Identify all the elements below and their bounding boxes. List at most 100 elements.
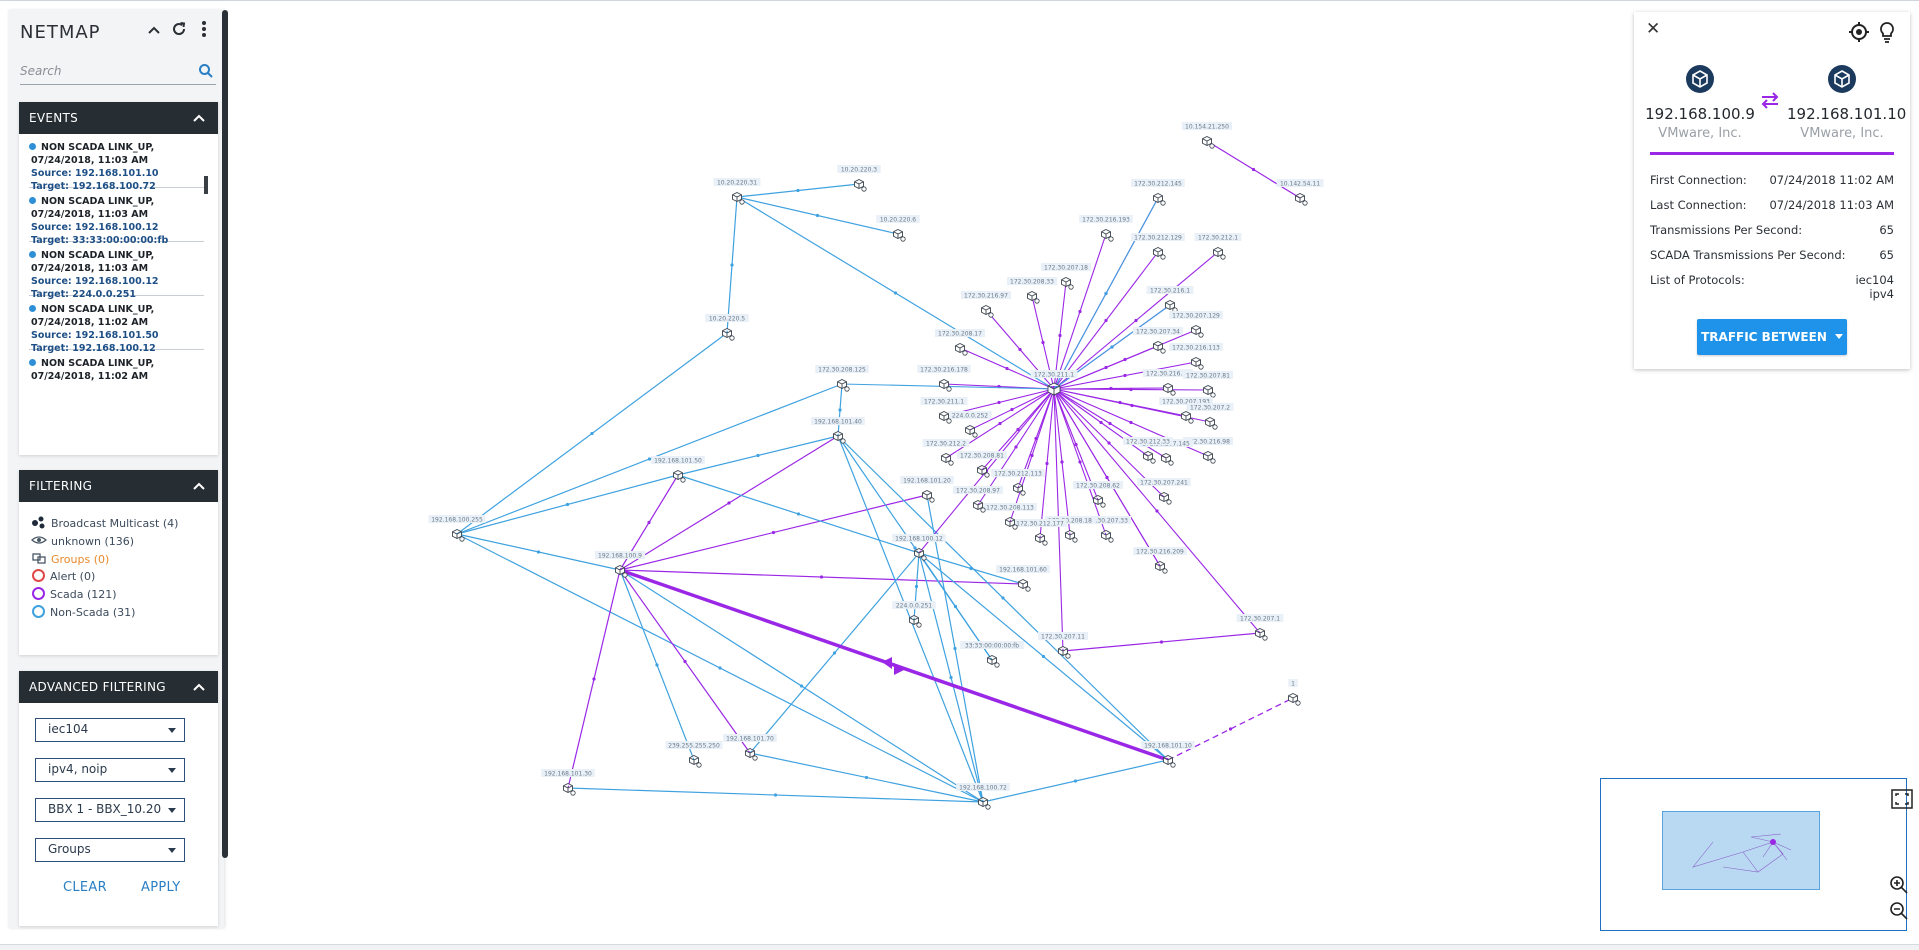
- chevron-up-icon[interactable]: [144, 20, 164, 44]
- graph-node[interactable]: 172.30.212.1: [1194, 233, 1242, 260]
- node-status-dot: [1160, 200, 1166, 206]
- lightbulb-icon[interactable]: [1878, 21, 1896, 43]
- node-status-dot: [946, 418, 952, 424]
- node-status-dot: [962, 350, 968, 356]
- node-status-dot: [1034, 298, 1040, 304]
- clear-button[interactable]: CLEAR: [63, 880, 107, 895]
- event-item[interactable]: NON SCADA LINK_UP, 07/24/2018, 11:03 AM …: [29, 134, 204, 192]
- edge-direction-marker: [773, 793, 778, 797]
- graph-node[interactable]: 172.30.207.81: [1182, 371, 1234, 398]
- node-cube-icon: [673, 469, 683, 481]
- filter-unknown[interactable]: unknown (136): [31, 532, 134, 550]
- edge-direction-marker: [1134, 318, 1138, 323]
- graph-node[interactable]: 10.20.220.3: [837, 165, 881, 192]
- node-label: 172.30.211.1: [924, 399, 964, 406]
- search-icon[interactable]: [198, 63, 214, 79]
- graph-node[interactable]: 172.30.212.129: [1131, 233, 1185, 260]
- locate-target-icon[interactable]: [1848, 21, 1870, 43]
- caret-down-icon: [168, 728, 176, 733]
- swap-arrows-icon[interactable]: [1758, 90, 1782, 110]
- graph-node[interactable]: 10.142.54.11: [1276, 179, 1324, 206]
- bottom-border: [0, 944, 1919, 950]
- events-list[interactable]: NON SCADA LINK_UP, 07/24/2018, 11:03 AM …: [19, 134, 218, 455]
- ip-version-select[interactable]: ipv4, noip: [35, 758, 185, 782]
- refresh-icon[interactable]: [169, 20, 189, 44]
- graph-node[interactable]: 239.255.255.250: [665, 741, 723, 768]
- node-label: 172.30.207.129: [1172, 313, 1220, 320]
- graph-node[interactable]: 192.168.101.30: [541, 769, 595, 796]
- filter-alert[interactable]: Alert (0): [31, 568, 95, 586]
- fit-to-screen-icon[interactable]: [1891, 789, 1913, 809]
- graph-node[interactable]: 192.168.100.72: [956, 783, 1010, 810]
- sidebar-scrollbar[interactable]: [222, 10, 228, 858]
- event-item[interactable]: NON SCADA LINK_UP, 07/24/2018, 11:02 AM: [29, 350, 204, 404]
- graph-node[interactable]: 172.30.216.209: [1133, 547, 1187, 574]
- edge-direction-marker: [1060, 460, 1064, 464]
- event-title: NON SCADA LINK_UP,: [41, 142, 155, 153]
- filtering-panel-header[interactable]: FILTERING: [19, 470, 218, 502]
- minimap[interactable]: [1600, 778, 1913, 931]
- graph-node[interactable]: 172.30.207.241: [1137, 478, 1191, 505]
- filter-groups[interactable]: Groups (0): [31, 550, 109, 568]
- node-status-dot: [840, 438, 846, 444]
- more-vert-icon[interactable]: [194, 20, 214, 44]
- target-device[interactable]: 192.168.101.10 VMware, Inc.: [1787, 64, 1906, 141]
- minimap-viewport[interactable]: [1662, 811, 1820, 890]
- events-panel-header[interactable]: EVENTS: [19, 102, 218, 134]
- event-source: Source: 192.168.100.12: [31, 276, 159, 287]
- close-icon[interactable]: ✕: [1646, 20, 1662, 38]
- advanced-filtering-header[interactable]: ADVANCED FILTERING: [19, 671, 218, 703]
- graph-node[interactable]: 192.168.100.9: [594, 551, 646, 578]
- advanced-filtering-title: ADVANCED FILTERING: [29, 680, 166, 694]
- zoom-in-icon[interactable]: [1889, 875, 1909, 895]
- chevron-up-icon[interactable]: [192, 102, 206, 134]
- graph-node[interactable]: 10.154.21.250: [1181, 122, 1233, 149]
- chevron-up-icon[interactable]: [192, 470, 206, 502]
- node-status-dot: [916, 622, 922, 628]
- filter-broadcast-multicast[interactable]: Broadcast Multicast (4): [31, 514, 178, 532]
- graph-node[interactable]: 172.30.208.33: [1006, 277, 1058, 304]
- node-cube-icon: [1061, 276, 1071, 288]
- traffic-between-button[interactable]: TRAFFIC BETWEEN: [1697, 319, 1847, 355]
- edge-direction-marker: [914, 584, 919, 589]
- edge-direction-marker: [953, 646, 957, 651]
- groups-select[interactable]: Groups: [35, 838, 185, 862]
- event-item[interactable]: NON SCADA LINK_UP, 07/24/2018, 11:03 AM …: [29, 242, 204, 300]
- graph-node[interactable]: 172.30.216.1: [1146, 286, 1194, 313]
- protocol-select[interactable]: iec104: [35, 718, 185, 742]
- filter-non-scada[interactable]: Non-Scada (31): [31, 604, 135, 622]
- node-cube-icon: [1202, 135, 1212, 147]
- edge-direction-marker: [1045, 461, 1049, 466]
- node-status-dot: [1025, 586, 1031, 592]
- zoom-out-icon[interactable]: [1889, 901, 1909, 921]
- graph-node[interactable]: 192.168.101.70: [723, 734, 777, 761]
- event-item[interactable]: NON SCADA LINK_UP, 07/24/2018, 11:03 AM …: [29, 188, 204, 246]
- graph-node[interactable]: 10.20.220.6: [876, 215, 920, 242]
- graph-node[interactable]: 192.168.101.20: [900, 476, 954, 503]
- source-device[interactable]: 192.168.100.9 VMware, Inc.: [1645, 64, 1755, 141]
- apply-button[interactable]: APPLY: [141, 880, 181, 895]
- node-status-dot: [994, 662, 1000, 668]
- edge-direction-marker: [756, 453, 760, 458]
- event-item[interactable]: NON SCADA LINK_UP, 07/24/2018, 11:02 AM …: [29, 296, 204, 354]
- edge-direction-marker: [799, 684, 804, 688]
- chevron-up-icon[interactable]: [192, 671, 206, 703]
- filter-scada[interactable]: Scada (121): [31, 586, 117, 604]
- graph-node[interactable]: 33:33:00:00:00:fb: [960, 641, 1024, 668]
- graph-node[interactable]: 172.30.208.125: [815, 365, 869, 392]
- search-input[interactable]: [20, 60, 190, 82]
- graph-node[interactable]: 192.168.101.50: [651, 456, 705, 483]
- graph-node[interactable]: 172.30.208.62: [1072, 481, 1124, 508]
- node-label: 192.168.101.50: [654, 458, 702, 465]
- events-scrollbar[interactable]: [204, 176, 208, 194]
- graph-node[interactable]: 1: [1288, 679, 1301, 706]
- event-title: NON SCADA LINK_UP,: [41, 304, 155, 315]
- bbx-select[interactable]: BBX 1 - BBX_10.20: [35, 798, 185, 822]
- graph-node[interactable]: 172.30.212.145: [1131, 179, 1185, 206]
- graph-node[interactable]: 172.30.207.1: [1236, 614, 1284, 641]
- node-cube-icon: [978, 796, 988, 808]
- node-status-dot: [1188, 418, 1194, 424]
- graph-node[interactable]: 172.30.216.193: [1079, 215, 1133, 242]
- graph-node[interactable]: 172.30.207.2: [1186, 403, 1234, 430]
- graph-node[interactable]: 172.30.216.97: [960, 291, 1012, 318]
